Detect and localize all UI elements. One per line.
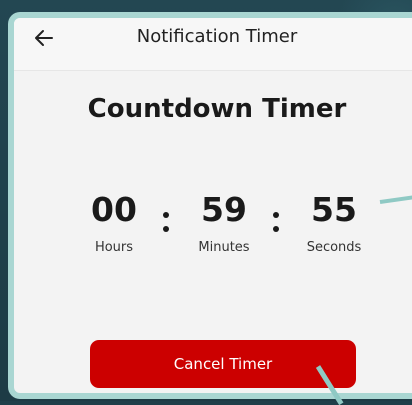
hours-label: Hours: [94, 240, 134, 255]
hours-value: 00: [91, 190, 137, 229]
app-bar: Notification Timer: [14, 18, 412, 71]
seconds-value: 55: [311, 190, 357, 229]
app-bar-title: Notification Timer: [136, 26, 298, 47]
cancel-timer-button[interactable]: Cancel Timer: [90, 340, 356, 388]
seconds-label: Seconds: [306, 240, 362, 255]
minutes-unit: 59 Minutes: [184, 190, 264, 255]
colon-separator: [160, 206, 172, 234]
colon-separator: [270, 206, 282, 234]
seconds-unit: 55 Seconds: [294, 190, 374, 255]
timer-heading: Countdown Timer: [87, 94, 347, 124]
app-screen: Notification Timer Countdown Timer 00 Ho…: [8, 12, 412, 399]
minutes-label: Minutes: [198, 240, 250, 255]
hours-unit: 00 Hours: [74, 190, 154, 255]
countdown-display: 00 Hours 59 Minutes 55 Seconds: [14, 190, 412, 270]
minutes-value: 59: [201, 190, 247, 229]
